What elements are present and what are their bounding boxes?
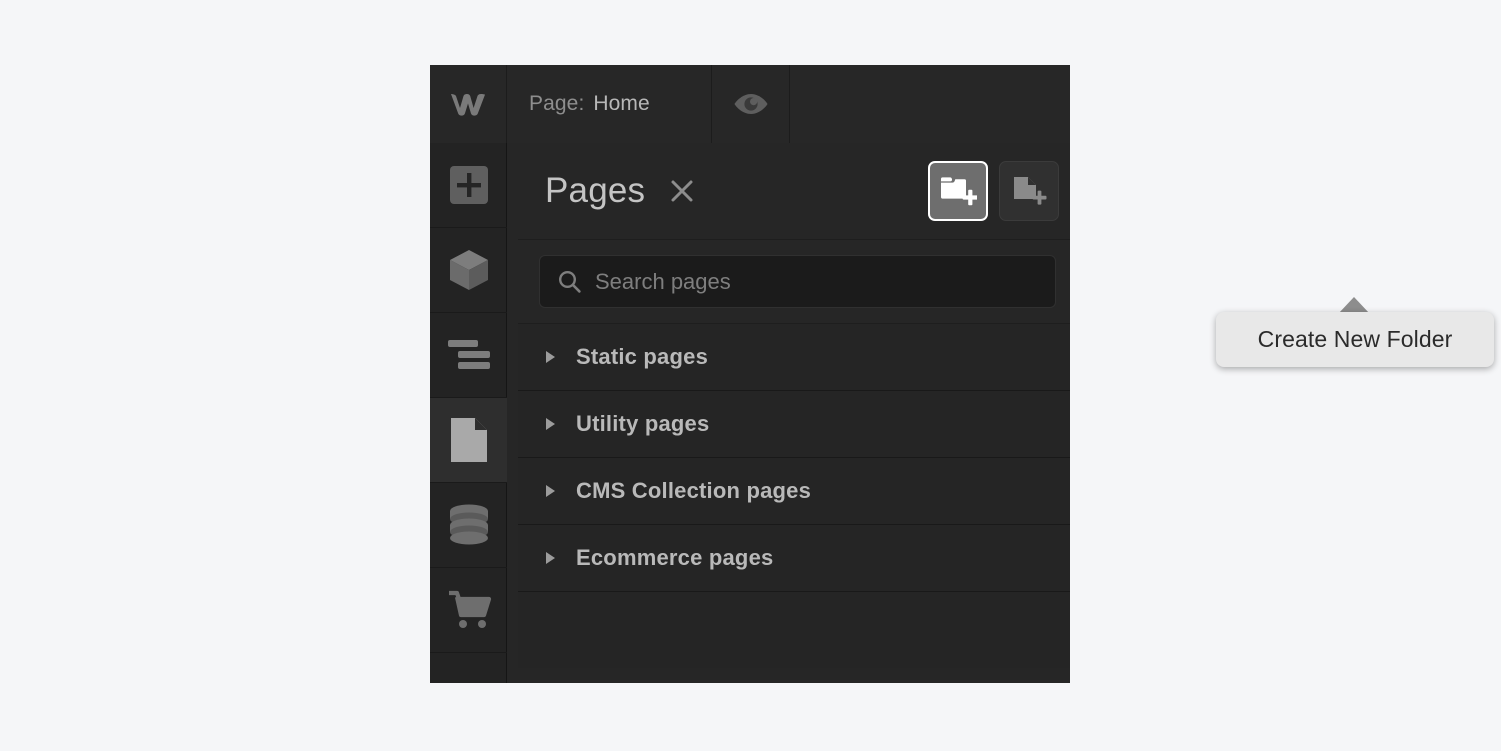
pages-list-empty-area [518, 592, 1070, 668]
section-label: Utility pages [576, 411, 710, 436]
search-placeholder: Search pages [595, 268, 731, 294]
sidebar-item-components[interactable] [430, 228, 507, 313]
page-indicator[interactable]: Page: Home [507, 65, 712, 143]
navigator-icon [447, 340, 490, 369]
eye-icon [734, 94, 767, 114]
preview-toggle-button[interactable] [712, 65, 790, 143]
pages-panel: Pages Search pages Static pages Utility … [518, 143, 1070, 683]
chevron-right-icon [546, 351, 555, 363]
page-name-value: Home [593, 92, 650, 115]
chevron-right-icon [546, 485, 555, 497]
search-input[interactable]: Search pages [539, 255, 1056, 308]
sidebar-item-pages[interactable] [430, 398, 507, 483]
section-row-utility-pages[interactable]: Utility pages [518, 391, 1070, 458]
folder-plus-icon [941, 177, 977, 206]
webflow-logo-button[interactable] [430, 65, 507, 143]
chevron-right-icon [546, 418, 555, 430]
page-title: Pages [545, 171, 646, 210]
close-panel-button[interactable] [667, 176, 697, 206]
webflow-designer-window: Page: Home Pages Search pages Static pag… [430, 65, 1494, 683]
webflow-logo-icon [451, 94, 485, 116]
pages-panel-actions [928, 161, 1059, 221]
sidebar-item-cms[interactable] [430, 483, 507, 568]
top-bar: Page: Home [430, 65, 1070, 143]
section-row-cms-collection-pages[interactable]: CMS Collection pages [518, 458, 1070, 525]
section-label: CMS Collection pages [576, 478, 812, 503]
sidebar-item-ecommerce[interactable] [430, 568, 507, 653]
add-elements-icon [449, 166, 488, 204]
cms-database-icon [449, 504, 488, 545]
search-icon [558, 270, 581, 293]
chevron-right-icon [546, 552, 555, 564]
create-new-page-button[interactable] [999, 161, 1059, 221]
tooltip-label: Create New Folder [1257, 326, 1453, 352]
components-icon [449, 250, 488, 290]
pages-panel-header: Pages [518, 143, 1070, 240]
section-row-static-pages[interactable]: Static pages [518, 324, 1070, 391]
tool-rail [430, 143, 507, 683]
section-row-ecommerce-pages[interactable]: Ecommerce pages [518, 525, 1070, 592]
pages-icon [450, 418, 487, 462]
sidebar-item-add[interactable] [430, 143, 507, 228]
sidebar-item-navigator[interactable] [430, 313, 507, 398]
search-row: Search pages [518, 240, 1070, 324]
ecommerce-cart-icon [448, 590, 491, 628]
create-new-folder-button[interactable] [928, 161, 988, 221]
page-plus-icon [1014, 177, 1047, 205]
section-label: Ecommerce pages [576, 545, 774, 570]
top-bar-spacer [790, 65, 1070, 143]
pages-section-list: Static pages Utility pages CMS Collectio… [518, 324, 1070, 668]
page-prefix-label: Page: [529, 92, 585, 115]
create-new-folder-tooltip: Create New Folder [1216, 312, 1494, 367]
section-label: Static pages [576, 344, 709, 369]
close-icon [671, 180, 693, 202]
